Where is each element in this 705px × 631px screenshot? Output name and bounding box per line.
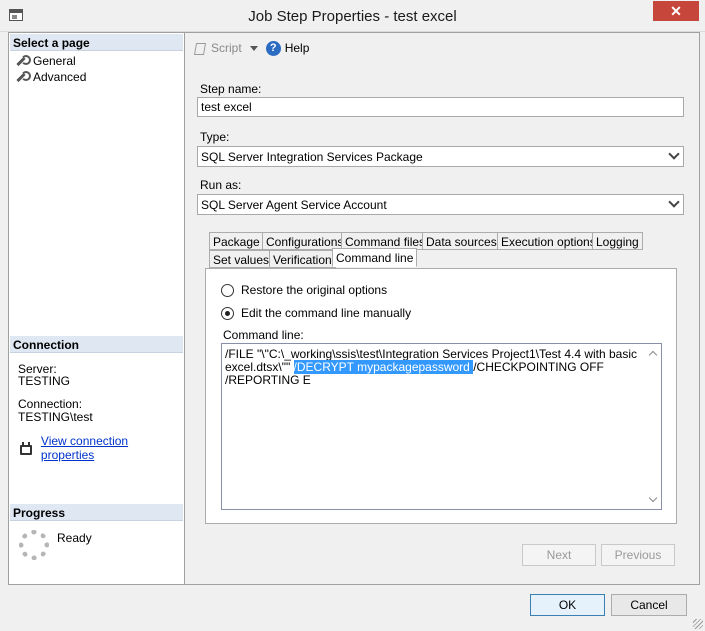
run-as-select-value: SQL Server Agent Service Account (201, 198, 387, 212)
page-item-label: Advanced (33, 70, 87, 84)
wrench-icon (15, 55, 31, 67)
tab-set-values[interactable]: Set values (209, 250, 274, 268)
connection-header: Connection (10, 336, 183, 353)
view-connection-link[interactable]: View connection properties (41, 434, 184, 462)
connection-value: TESTING\test (18, 410, 93, 424)
command-text-selected: /DECRYPT mypackagepassword (293, 360, 474, 374)
command-line-tab-page: Restore the original options Edit the co… (205, 268, 677, 524)
step-name-label: Step name: (200, 82, 262, 96)
tab-command-line[interactable]: Command line (332, 248, 418, 267)
script-label: Script (211, 41, 242, 55)
ok-button[interactable]: OK (530, 594, 605, 616)
progress-spinner-icon (19, 530, 49, 560)
tab-logging[interactable]: Logging (592, 232, 643, 250)
restore-original-radio[interactable]: Restore the original options (221, 283, 387, 297)
radio-unchecked-icon (221, 283, 234, 297)
close-button[interactable]: ✕ (653, 1, 699, 21)
plug-icon (18, 441, 32, 455)
command-line-textarea[interactable]: /FILE "\"C:\_working\ssis\test\Integrati… (221, 343, 662, 510)
select-page-header: Select a page (10, 34, 183, 51)
help-label: Help (284, 41, 310, 55)
progress-status: Ready (57, 531, 92, 545)
command-line-label: Command line: (223, 328, 304, 342)
scroll-up-icon[interactable] (648, 350, 658, 360)
script-dropdown-arrow-icon[interactable] (249, 45, 258, 51)
cancel-button[interactable]: Cancel (611, 594, 687, 616)
toolbar: Script ? Help (185, 33, 698, 63)
help-icon: ? (265, 40, 281, 56)
step-name-input[interactable]: test excel (197, 97, 684, 117)
script-button[interactable]: Script (193, 41, 242, 55)
command-line-text: /FILE "\"C:\_working\ssis\test\Integrati… (225, 348, 640, 387)
previous-button[interactable]: Previous (601, 544, 675, 566)
view-connection-row[interactable]: View connection properties (18, 434, 184, 462)
page-item-label: General (33, 54, 76, 68)
script-icon (193, 41, 207, 55)
server-value: TESTING (18, 374, 71, 388)
chevron-down-icon (668, 196, 680, 208)
vertical-scrollbar[interactable] (644, 344, 661, 509)
page-item-advanced[interactable]: Advanced (15, 69, 86, 85)
tab-execution-options[interactable]: Execution options (497, 232, 600, 250)
wrench-icon (15, 71, 31, 83)
tab-data-sources[interactable]: Data sources (422, 232, 501, 250)
run-as-label: Run as: (200, 178, 242, 192)
bottom-bar: OK Cancel (0, 585, 705, 631)
resize-grip-icon[interactable] (693, 619, 703, 629)
window-title: Job Step Properties - test excel (248, 8, 457, 25)
help-button[interactable]: ? Help (265, 40, 310, 56)
type-select-value: SQL Server Integration Services Package (201, 150, 423, 164)
type-label: Type: (200, 130, 230, 144)
radio-checked-icon (221, 306, 234, 320)
right-panel: Script ? Help Step name: test excel Type… (185, 32, 700, 585)
tab-verification[interactable]: Verification (269, 250, 336, 268)
edit-manually-label: Edit the command line manually (241, 306, 412, 320)
title-bar: Job Step Properties - test excel ✕ (0, 0, 705, 32)
progress-header: Progress (10, 504, 183, 521)
next-button[interactable]: Next (522, 544, 596, 566)
left-panel: Select a page General Advanced Connectio… (8, 32, 185, 585)
scroll-down-icon[interactable] (648, 493, 658, 503)
page-item-general[interactable]: General (15, 53, 76, 69)
edit-manually-radio[interactable]: Edit the command line manually (221, 306, 411, 320)
restore-original-label: Restore the original options (241, 283, 388, 297)
run-as-select[interactable]: SQL Server Agent Service Account (197, 194, 684, 215)
tab-package[interactable]: Package (209, 232, 264, 250)
type-select[interactable]: SQL Server Integration Services Package (197, 146, 684, 167)
chevron-down-icon (668, 148, 680, 160)
